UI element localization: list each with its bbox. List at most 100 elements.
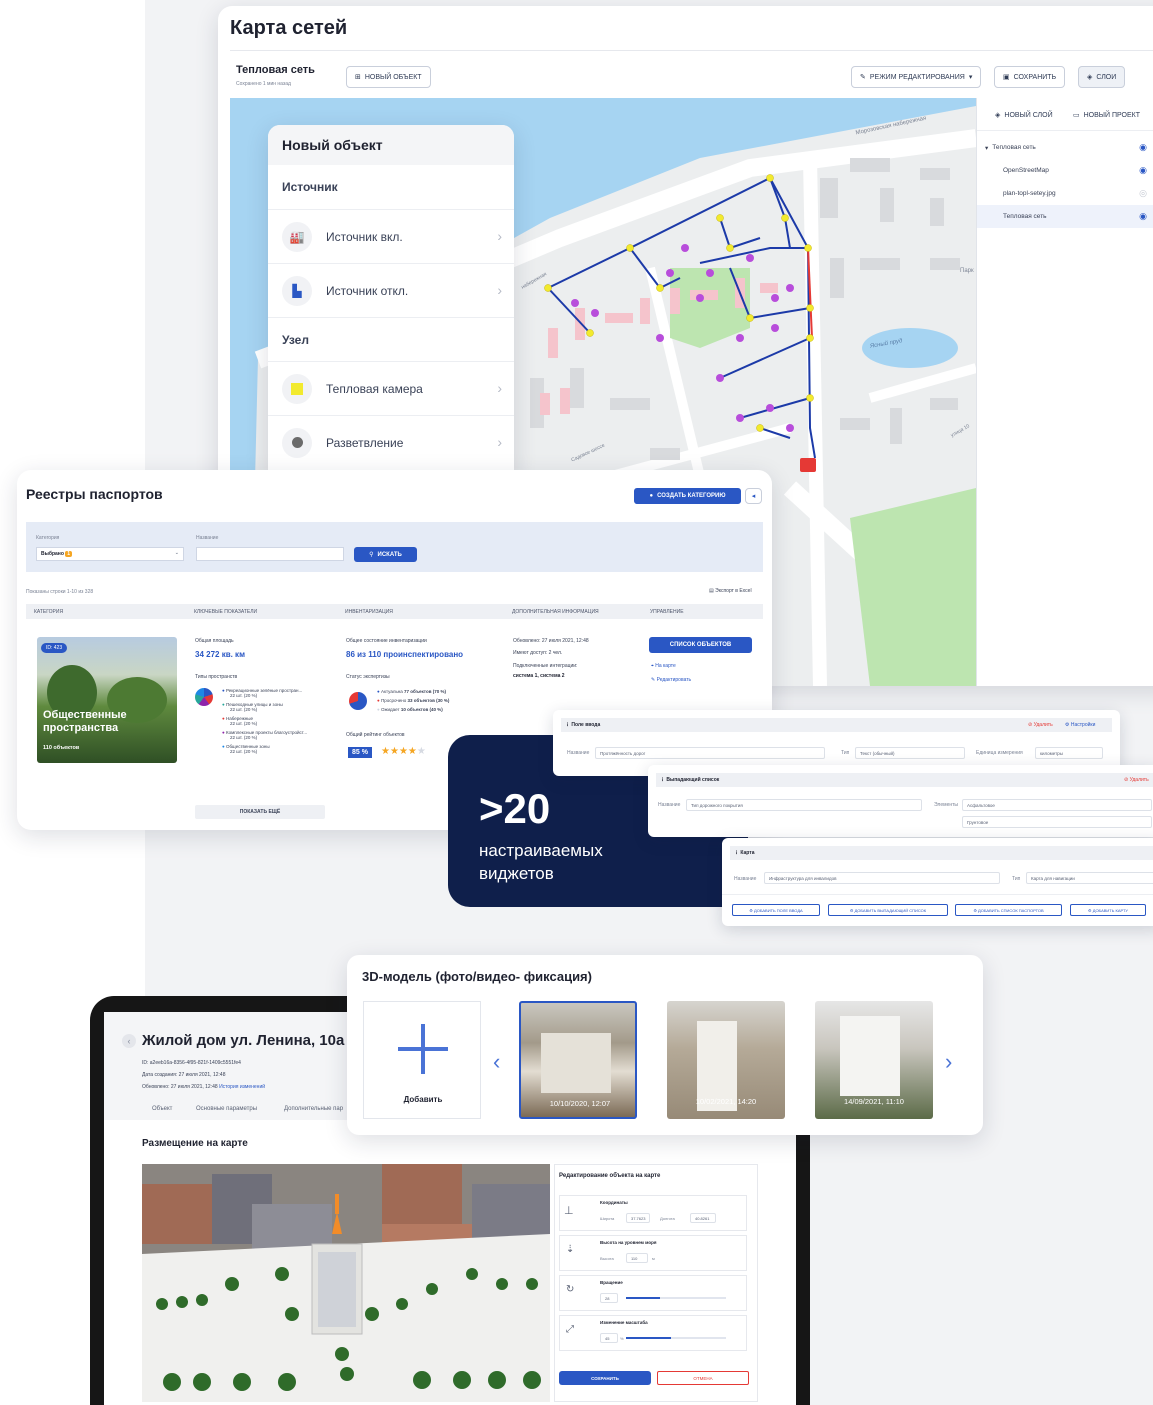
factory-off-icon: ▙ [282,275,312,306]
map-pin-icon: ⌖ [651,663,654,669]
3d-map-view[interactable] [142,1164,550,1402]
history-link[interactable]: История изменений [219,1084,265,1090]
heat-chamber-item[interactable]: Тепловая камера › [268,361,514,415]
field-label: Название [734,876,757,882]
name-field[interactable]: Инфраструктура для инвалидов [764,872,1000,884]
option-field[interactable]: Грунтовое [962,816,1152,828]
eye-icon[interactable]: ◉ [1139,165,1147,176]
settings-link[interactable]: ⚙ Настройки [1065,722,1095,728]
rotate-icon: ↻ [566,1284,575,1295]
field-label: Элементы [934,802,958,808]
add-dropdown-button[interactable]: ⚙ добавить выпадающий список [828,904,948,916]
types-pie-chart [195,688,213,706]
factory-on-icon: 🏭 [282,221,312,252]
show-more-button[interactable]: показать ещё [195,805,325,819]
lon-input[interactable]: 40.8261 [690,1213,716,1223]
photo-thumbnail[interactable]: 10/10/2020, 12:07 [519,1001,637,1119]
layer-item[interactable]: ▾Тепловая сеть◉▮ [977,136,1153,159]
search-button[interactable]: ⚲ искать [354,547,417,562]
category-card[interactable]: ID: 423 Общественные пространства 110 об… [37,637,177,763]
edit-mode-button[interactable]: ✎ режим редактирования ▾ [851,66,982,88]
eye-icon[interactable]: ◉ [1139,211,1147,222]
chevron-down-icon: ⌄ [174,550,179,556]
status-label: Статус экспертизы [346,674,390,680]
rotate-input[interactable]: 28 [600,1293,618,1303]
eye-off-icon[interactable]: ◎ [1139,188,1147,199]
star-empty-icon: ★ [416,746,426,757]
layer-item[interactable]: Тепловая сеть◉▮ [977,205,1153,228]
layers-button[interactable]: ◈ слои [1078,66,1126,88]
new-layer-button[interactable]: ◈ новый слой [987,104,1061,126]
eye-icon[interactable]: ◉ [1139,142,1147,153]
type-select[interactable]: Текст (обычный) [855,747,965,759]
scale-input[interactable]: 45 [600,1333,618,1343]
name-input[interactable] [196,547,344,561]
collapse-button[interactable]: ◂ [745,488,762,504]
drag-icon[interactable]: ⋮ [565,722,570,728]
source-off-item[interactable]: ▙ Источник откл. › [268,263,514,317]
chevron-left-icon[interactable]: ‹ [493,1049,500,1075]
height-icon: ⇣ [566,1244,575,1255]
rating-stars: ★★★★★ [381,746,426,757]
photo-thumbnail[interactable]: 10/02/2021, 14:20 [667,1001,785,1119]
chevron-down-icon: ▾ [968,74,973,81]
tab-object[interactable]: Объект [152,1106,172,1112]
created-date: Дата создания: 27 июля 2021, 12:48 [142,1072,226,1078]
tab-additional-params[interactable]: Дополнительные пар [284,1106,343,1112]
new-object-panel: Новый объект Источник 🏭 Источник вкл. › ▙ И… [268,125,514,475]
object-list-button[interactable]: список объектов [649,637,752,653]
save-map-button[interactable]: ▣ сохранить [994,66,1066,88]
name-field[interactable]: Протяжённость дорог [595,747,825,759]
branch-item[interactable]: Разветвление › [268,415,514,469]
new-project-button[interactable]: ▭ новый проект [1065,104,1148,126]
add-passport-list-button[interactable]: ⚙ добавить список паспортов [955,904,1062,916]
excel-icon: ▤ [709,588,714,594]
star-icon: ★ [398,746,408,757]
save-icon: ▣ [1003,74,1010,81]
rotate-slider-fill [626,1297,660,1299]
name-field[interactable]: Тип дорожного покрытия [686,799,922,811]
photo-thumbnail[interactable]: 14/09/2021, 11:10 [815,1001,933,1119]
promo-line: виджетов [479,864,554,883]
chevron-right-icon[interactable]: › [945,1049,952,1075]
access-info: Имеют доступ: 2 чел. [513,650,563,656]
layer-item[interactable]: plan-topl-setey.jpg◎▮ [977,182,1153,205]
add-map-button[interactable]: ⚙ добавить карту [1070,904,1146,916]
network-name: Тепловая сеть [236,64,315,76]
type-select[interactable]: Карта для навигации [1026,872,1153,884]
plus-circle-icon: ● [649,493,654,499]
chevron-right-icon: › [497,228,502,244]
delete-link[interactable]: ⊘ Удалить [1028,722,1053,728]
unit-select[interactable]: километры [1035,747,1103,759]
drag-icon[interactable]: ⋮ [734,850,739,856]
integrations-value: система 1, система 2 [513,673,565,679]
updated-date: Обновлено: 27 июля 2021, 12:48 История и… [142,1084,266,1090]
cancel-button[interactable]: отмена [657,1371,749,1385]
source-on-item[interactable]: 🏭 Источник вкл. › [268,209,514,263]
object-title: Жилой дом ул. Ленина, 10а [142,1032,345,1049]
drag-icon[interactable]: ⋮ [660,777,665,783]
edit-link[interactable]: ✎ Редактировать [651,677,691,683]
category-select[interactable]: Выбрано 1 ⌄ [36,547,184,561]
new-object-button[interactable]: ⊞ новый объект [346,66,431,88]
scale-slider[interactable] [626,1337,726,1339]
height-unit: м [652,1256,655,1261]
save-object-button[interactable]: сохранить [559,1371,651,1385]
option-field[interactable]: Асфальтовое [962,799,1152,811]
on-map-link[interactable]: ⌖ На карте [651,663,676,669]
create-category-button[interactable]: ● создать категорию [634,488,741,504]
add-input-button[interactable]: ⚙ добавить поле ввода [732,904,820,916]
layer-item[interactable]: OpenStreetMap◉▮ [977,159,1153,182]
rotate-slider[interactable] [626,1297,726,1299]
legend-item: ● Просрочено 33 объектов (30 %) [377,698,450,703]
panel-title: Новый объект [268,125,514,165]
add-photo-tile[interactable]: Добавить [363,1001,481,1119]
delete-link[interactable]: ⊘ Удалить [1124,777,1149,783]
lat-input[interactable]: 37.7623 [626,1213,650,1223]
scale-unit: % [620,1336,624,1341]
back-button[interactable]: ‹ [122,1034,136,1048]
tab-main-params[interactable]: Основные параметры [196,1106,257,1112]
inventory-label: Общее состояние инвентаризации [346,638,427,644]
height-input[interactable]: 110 [626,1253,648,1263]
export-link[interactable]: ▤ Экспорт в Excel [709,588,752,594]
